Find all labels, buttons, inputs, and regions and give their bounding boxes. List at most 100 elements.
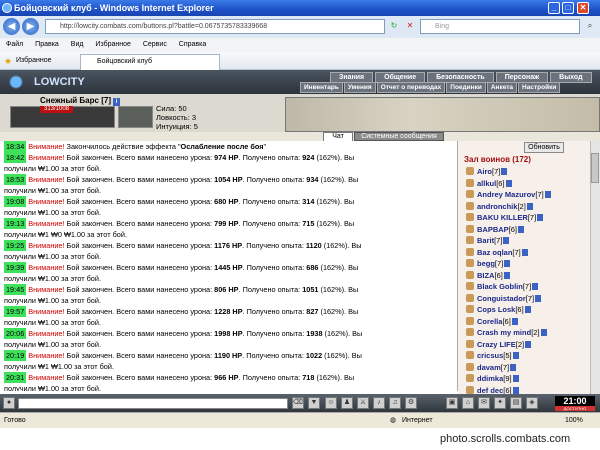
- user-list-item[interactable]: cricsus[5]: [466, 350, 586, 362]
- user-list-item[interactable]: BAKU KILLER[7]: [466, 212, 586, 224]
- user-list-item[interactable]: allkul[6]: [466, 178, 586, 190]
- info-icon[interactable]: [524, 306, 531, 313]
- user-name[interactable]: Black Goblin: [477, 282, 523, 291]
- user-name[interactable]: BAPBAP: [477, 225, 509, 234]
- user-name[interactable]: Crash my mind: [477, 328, 531, 337]
- info-icon[interactable]: [505, 179, 512, 187]
- info-icon[interactable]: [512, 352, 519, 359]
- user-list-item[interactable]: Cops Losk[6]: [466, 304, 586, 316]
- refresh-button[interactable]: Обновить: [524, 142, 564, 153]
- map-icon[interactable]: ⌂: [462, 397, 474, 409]
- user-name[interactable]: Baz oqlan: [477, 248, 512, 257]
- chat-log[interactable]: 18:34 Внимание! Закончилось действие эффе…: [0, 141, 458, 391]
- info-icon[interactable]: [503, 271, 510, 279]
- info-icon[interactable]: [532, 283, 539, 290]
- scrollbar-thumb[interactable]: [591, 153, 599, 183]
- filter-icon[interactable]: ▼: [308, 397, 320, 409]
- user-name[interactable]: Crazy LIFE: [477, 340, 516, 349]
- back-button[interactable]: ◀: [3, 18, 20, 35]
- user-list-item[interactable]: andronchik[2]: [466, 201, 586, 213]
- info-icon[interactable]: [540, 329, 547, 336]
- user-list-item[interactable]: begg[7]: [466, 258, 586, 270]
- info-icon[interactable]: [535, 294, 542, 302]
- search-box[interactable]: Bing: [420, 19, 580, 34]
- favorites-button[interactable]: Избранное: [16, 52, 51, 70]
- tab-system-messages[interactable]: Системные сообщения: [354, 132, 444, 141]
- user-list-item[interactable]: Baz oqlan[7]: [466, 247, 586, 259]
- user-name[interactable]: andronchik: [477, 202, 517, 211]
- user-name[interactable]: Cops Losk: [477, 305, 515, 314]
- user-list-item[interactable]: Black Goblin[7]: [466, 281, 586, 293]
- info-icon[interactable]: [503, 237, 510, 244]
- minimize-button[interactable]: _: [548, 2, 560, 14]
- mail-icon[interactable]: ✉: [478, 397, 490, 409]
- user-name[interactable]: davam: [477, 363, 501, 372]
- menu-favorites[interactable]: Избранное: [95, 41, 130, 48]
- stop-icon[interactable]: ✕: [404, 20, 416, 32]
- user-name[interactable]: Barit: [477, 236, 494, 245]
- game-menu-transfers[interactable]: Отчет о переводах: [376, 82, 446, 93]
- menu-edit[interactable]: Правка: [35, 41, 59, 48]
- address-bar[interactable]: http://lowcity.combats.com/buttons.pl?ba…: [45, 19, 385, 34]
- menu-help[interactable]: Справка: [179, 41, 206, 48]
- menu-tools[interactable]: Сервис: [143, 41, 167, 48]
- tab-chat[interactable]: Чат: [323, 132, 353, 141]
- shield-icon[interactable]: ◈: [526, 397, 538, 409]
- info-icon[interactable]: [537, 214, 544, 221]
- user-name[interactable]: begg: [477, 259, 495, 268]
- user-name[interactable]: Airo: [477, 167, 492, 176]
- user-name[interactable]: Conguistador: [477, 294, 526, 303]
- info-icon[interactable]: [511, 317, 518, 325]
- music-icon[interactable]: ♪: [373, 397, 385, 409]
- info-icon[interactable]: [544, 191, 551, 198]
- user-list-item[interactable]: Crash my mind[2]: [466, 327, 586, 339]
- forward-button[interactable]: ▶: [22, 18, 39, 35]
- info-icon[interactable]: [512, 375, 519, 382]
- people-icon[interactable]: ♟: [341, 397, 353, 409]
- user-name[interactable]: Andrey Mazurov: [477, 190, 535, 199]
- character-name-row[interactable]: Снежный Барс [7] i: [40, 96, 120, 106]
- info-icon[interactable]: [525, 340, 532, 348]
- user-list-item[interactable]: Conguistador[7]: [466, 293, 586, 305]
- chat-input[interactable]: [18, 398, 288, 409]
- user-name[interactable]: BIZA: [477, 271, 495, 280]
- game-menu-settings[interactable]: Настройки: [518, 82, 561, 93]
- info-icon[interactable]: [510, 363, 517, 371]
- info-icon[interactable]: i: [112, 98, 120, 106]
- game-menu-battles[interactable]: Поединки: [446, 82, 486, 93]
- user-list-item[interactable]: Crazy LIFE[2]: [466, 339, 586, 351]
- refresh-icon[interactable]: ↻: [388, 20, 400, 32]
- chat-mode-icon[interactable]: ●: [3, 397, 15, 409]
- browser-tab[interactable]: Бойцовский клуб: [80, 54, 220, 70]
- user-list-item[interactable]: BAPBAP[6]: [466, 224, 586, 236]
- smile-icon[interactable]: ☺: [325, 397, 337, 409]
- user-list-item[interactable]: Airo[7]: [466, 166, 586, 178]
- user-list-item[interactable]: Barit[7]: [466, 235, 586, 247]
- book-icon[interactable]: ▤: [510, 397, 522, 409]
- options-icon[interactable]: ⚙: [405, 397, 417, 409]
- user-name[interactable]: Corella: [477, 317, 502, 326]
- sound-icon[interactable]: ♫: [389, 397, 401, 409]
- info-icon[interactable]: [526, 202, 533, 210]
- gift-icon[interactable]: ✦: [494, 397, 506, 409]
- inventory-icon[interactable]: ▣: [446, 397, 458, 409]
- user-name[interactable]: ddimka: [477, 374, 503, 383]
- user-list-item[interactable]: ddimka[9]: [466, 373, 586, 385]
- menu-file[interactable]: Файл: [6, 41, 23, 48]
- search-icon[interactable]: ⌕: [584, 20, 596, 32]
- info-icon[interactable]: [504, 260, 511, 267]
- zoom-level[interactable]: 100%: [565, 413, 583, 429]
- user-list-item[interactable]: davam[7]: [466, 362, 586, 374]
- clear-icon[interactable]: ⌫: [292, 397, 304, 409]
- equipment-slot[interactable]: [118, 106, 153, 128]
- user-list-item[interactable]: Corella[6]: [466, 316, 586, 328]
- info-icon[interactable]: [521, 248, 528, 256]
- menu-view[interactable]: Вид: [71, 41, 84, 48]
- maximize-button[interactable]: □: [562, 2, 574, 14]
- info-icon[interactable]: [518, 225, 525, 233]
- close-button[interactable]: ✕: [577, 2, 589, 14]
- user-name[interactable]: allkul: [477, 179, 496, 188]
- game-menu-inventory[interactable]: Инвентарь: [300, 82, 343, 93]
- user-list-item[interactable]: Andrey Mazurov[7]: [466, 189, 586, 201]
- user-list-item[interactable]: BIZA[6]: [466, 270, 586, 282]
